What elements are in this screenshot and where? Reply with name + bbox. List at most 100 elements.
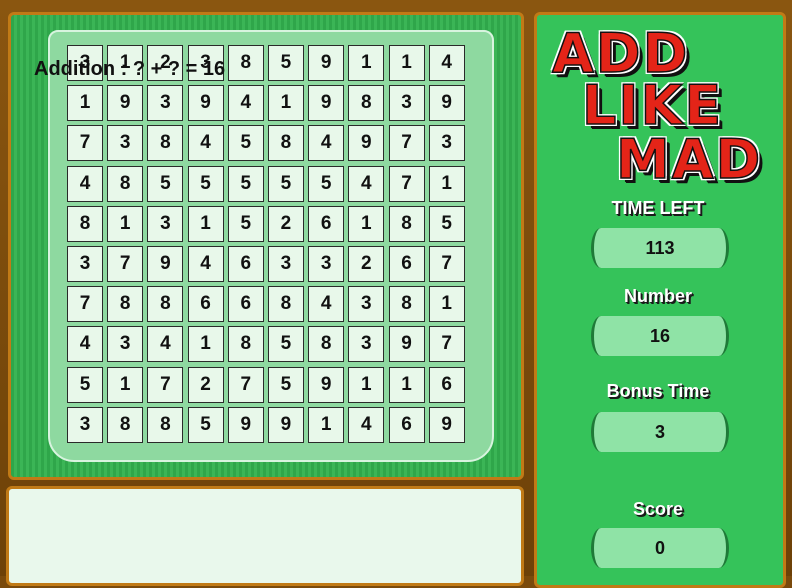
grid-cell[interactable]: 1 (348, 205, 385, 242)
number-label: Number (623, 286, 692, 306)
grid-cell[interactable]: 1 (428, 286, 465, 323)
grid-cell[interactable]: 5 (267, 165, 304, 202)
grid-cell[interactable]: 9 (147, 245, 184, 282)
grid-cell[interactable]: 5 (187, 165, 224, 202)
grid-cell[interactable]: 4 (348, 165, 385, 202)
grid-cell[interactable]: 8 (147, 286, 184, 323)
grid-cell[interactable]: 3 (267, 245, 304, 282)
grid-cell[interactable]: 8 (308, 326, 345, 363)
grid-cell[interactable]: 5 (227, 125, 264, 162)
grid-cell[interactable]: 5 (267, 366, 304, 403)
grid-cell[interactable]: 9 (308, 85, 345, 122)
grid-cell[interactable]: 5 (267, 45, 304, 81)
grid-cell[interactable]: 1 (388, 45, 425, 81)
grid-cell[interactable]: 6 (388, 245, 425, 282)
grid-cell[interactable]: 3 (348, 326, 385, 363)
grid-cell[interactable]: 9 (308, 366, 345, 403)
grid-cell[interactable]: 7 (67, 125, 103, 162)
grid-cell[interactable]: 3 (147, 85, 184, 122)
grid-cell[interactable]: 8 (67, 205, 103, 242)
grid-cell[interactable]: 6 (227, 286, 264, 323)
grid-cell[interactable]: 1 (187, 326, 224, 363)
grid-cell[interactable]: 1 (187, 205, 224, 242)
grid-cell[interactable]: 4 (308, 125, 345, 162)
grid-cell[interactable]: 4 (227, 85, 264, 122)
grid-cell[interactable]: 6 (428, 366, 465, 403)
grid-cell[interactable]: 9 (388, 326, 425, 363)
grid-cell[interactable]: 4 (187, 245, 224, 282)
grid-cell[interactable]: 1 (348, 366, 385, 403)
grid-cell[interactable]: 3 (147, 205, 184, 242)
grid-cell[interactable]: 7 (428, 326, 465, 363)
grid-cell[interactable]: 6 (227, 245, 264, 282)
grid-cell[interactable]: 1 (428, 165, 465, 202)
grid-cell[interactable]: 5 (67, 366, 103, 403)
grid-cell[interactable]: 5 (308, 165, 345, 202)
grid-cell[interactable]: 1 (107, 205, 144, 242)
grid-cell[interactable]: 1 (308, 406, 345, 443)
grid-cell[interactable]: 1 (388, 366, 425, 403)
grid-cell[interactable]: 3 (67, 245, 103, 282)
grid-cell[interactable]: 3 (348, 286, 385, 323)
grid-cell[interactable]: 5 (267, 326, 304, 363)
grid-cell[interactable]: 7 (107, 245, 144, 282)
grid-cell[interactable]: 3 (388, 85, 425, 122)
grid-cell[interactable]: 6 (187, 286, 224, 323)
grid-cell[interactable]: 5 (187, 406, 224, 443)
grid-cell[interactable]: 2 (348, 245, 385, 282)
grid-cell[interactable]: 8 (227, 45, 264, 81)
grid-cell[interactable]: 3 (428, 125, 465, 162)
grid-cell[interactable]: 9 (107, 85, 144, 122)
bonus-time-label: Bonus Time (606, 381, 710, 401)
grid-cell[interactable]: 8 (147, 406, 184, 443)
grid-cell[interactable]: 7 (388, 165, 425, 202)
grid-cell[interactable]: 8 (107, 286, 144, 323)
grid-cell[interactable]: 5 (227, 165, 264, 202)
grid-cell[interactable]: 8 (348, 85, 385, 122)
grid-cell[interactable]: 4 (67, 326, 103, 363)
grid-cell[interactable]: 1 (348, 45, 385, 81)
grid-cell[interactable]: 4 (67, 165, 103, 202)
grid-cell[interactable]: 3 (67, 406, 103, 443)
grid-cell[interactable]: 7 (227, 366, 264, 403)
grid-cell[interactable]: 1 (67, 85, 103, 122)
grid-cell[interactable]: 4 (428, 45, 465, 81)
grid-cell[interactable]: 9 (267, 406, 304, 443)
grid-cell[interactable]: 7 (147, 366, 184, 403)
grid-cell[interactable]: 8 (107, 165, 144, 202)
grid-cell[interactable]: 9 (428, 406, 465, 443)
grid-cell[interactable]: 3 (107, 125, 144, 162)
grid-cell[interactable]: 7 (388, 125, 425, 162)
grid-cell[interactable]: 5 (147, 165, 184, 202)
grid-cell[interactable]: 6 (388, 406, 425, 443)
grid-cell[interactable]: 8 (388, 205, 425, 242)
grid-cell[interactable]: 1 (107, 366, 144, 403)
grid-cell[interactable]: 2 (187, 366, 224, 403)
grid-cell[interactable]: 4 (187, 125, 224, 162)
grid-cell[interactable]: 4 (348, 406, 385, 443)
grid-cell[interactable]: 8 (227, 326, 264, 363)
grid-cell[interactable]: 8 (388, 286, 425, 323)
grid-cell[interactable]: 2 (267, 205, 304, 242)
grid-cell[interactable]: 7 (428, 245, 465, 282)
equation-panel (6, 486, 524, 586)
grid-cell[interactable]: 8 (107, 406, 144, 443)
grid-cell[interactable]: 9 (308, 45, 345, 81)
grid-cell[interactable]: 6 (308, 205, 345, 242)
grid-cell[interactable]: 1 (267, 85, 304, 122)
grid-cell[interactable]: 8 (267, 125, 304, 162)
grid-cell[interactable]: 8 (147, 125, 184, 162)
grid-cell[interactable]: 7 (67, 286, 103, 323)
grid-cell[interactable]: 9 (428, 85, 465, 122)
grid-cell[interactable]: 8 (267, 286, 304, 323)
grid-cell[interactable]: 4 (308, 286, 345, 323)
grid-cell[interactable]: 9 (187, 85, 224, 122)
logo-word-mad: MAD (615, 127, 763, 192)
grid-cell[interactable]: 3 (107, 326, 144, 363)
grid-cell[interactable]: 5 (428, 205, 465, 242)
grid-cell[interactable]: 4 (147, 326, 184, 363)
grid-cell[interactable]: 9 (348, 125, 385, 162)
grid-cell[interactable]: 9 (227, 406, 264, 443)
grid-cell[interactable]: 5 (227, 205, 264, 242)
grid-cell[interactable]: 3 (308, 245, 345, 282)
